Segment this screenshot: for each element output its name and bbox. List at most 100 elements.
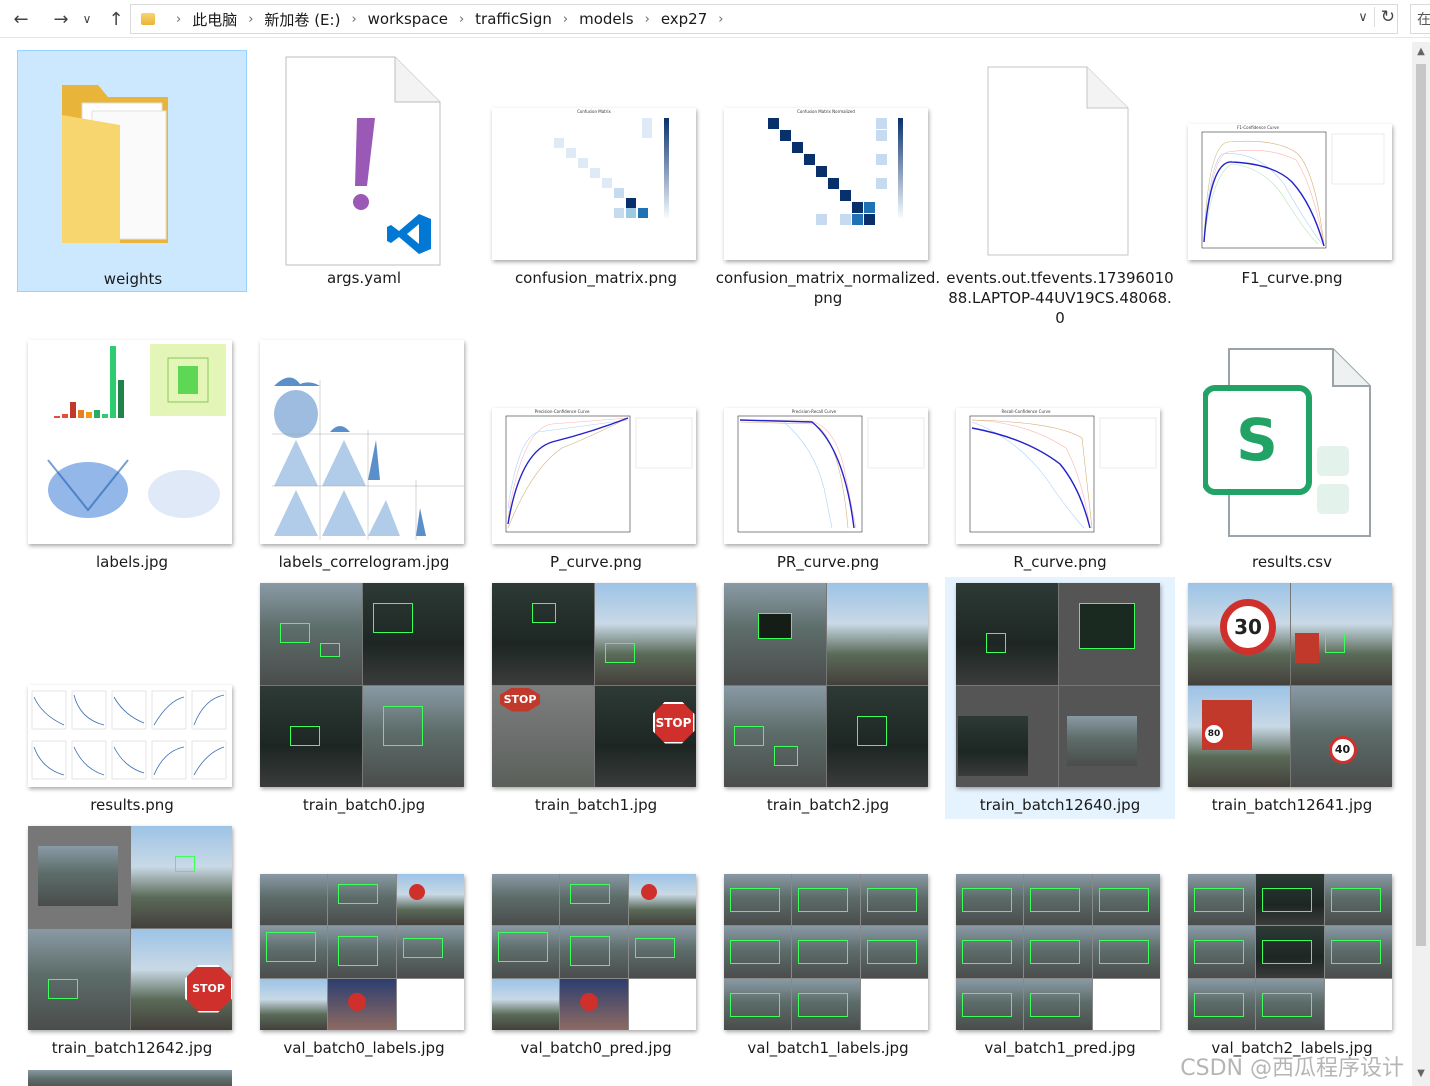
file-item-args-yaml[interactable]: args.yaml — [249, 50, 479, 292]
thumb-photo — [260, 874, 328, 926]
chevron-right-icon[interactable]: › — [351, 12, 356, 27]
breadcrumb-this-pc[interactable]: 此电脑 — [192, 9, 237, 30]
val-batch0-labels-thumbnail — [260, 874, 464, 1030]
thumb-photo — [28, 826, 130, 928]
file-item-labels[interactable]: labels.jpg — [17, 334, 247, 576]
thumb-photo — [1058, 583, 1160, 685]
file-item-confusion-matrix-normalized[interactable]: Confusion Matrix Normalized confusion_ma… — [713, 50, 943, 312]
file-name: results.png — [90, 796, 174, 814]
chevron-right-icon[interactable]: › — [459, 12, 464, 27]
file-name: R_curve.png — [1013, 553, 1107, 571]
thumb-photo — [594, 583, 696, 685]
refresh-icon[interactable]: ↻ — [1373, 7, 1395, 27]
breadcrumb-drive[interactable]: 新加卷 (E:) — [264, 9, 340, 30]
chevron-down-icon[interactable]: ∨ — [1358, 10, 1368, 25]
thumb-photo — [724, 874, 792, 926]
breadcrumb-workspace[interactable]: workspace — [368, 10, 448, 28]
address-bar[interactable]: › 此电脑 › 新加卷 (E:) › workspace › trafficSi… — [130, 4, 1398, 34]
thumb-photo — [560, 926, 628, 978]
scroll-up-icon[interactable]: ▲ — [1412, 46, 1430, 60]
thumb-photo — [1256, 874, 1324, 926]
file-item-train-batch1[interactable]: STOP STOP train_batch1.jpg — [481, 577, 711, 819]
train-batch12641-thumbnail: 30 80 40 — [1188, 583, 1392, 787]
file-item-train-batch2[interactable]: train_batch2.jpg — [713, 577, 943, 819]
file-item-confusion-matrix[interactable]: Confusion Matrix confusion_matrix.png — [481, 50, 711, 292]
file-item-train-batch12641[interactable]: 30 80 40 train_batch12641.jpg — [1177, 577, 1407, 819]
chevron-right-icon[interactable]: › — [718, 12, 723, 27]
file-item-labels-correlogram[interactable]: labels_correlogram.jpg — [249, 334, 479, 576]
thumb-photo — [1024, 874, 1092, 926]
file-item-train-batch0[interactable]: train_batch0.jpg — [249, 577, 479, 819]
file-name: weights — [103, 270, 163, 288]
file-item-val-batch1-pred[interactable]: val_batch1_pred.jpg — [945, 820, 1175, 1062]
file-name: confusion_matrix_normalized.png — [715, 269, 941, 307]
thumb-photo — [956, 685, 1058, 787]
thumb-photo — [260, 978, 328, 1030]
thumb-title: F1-Confidence Curve — [1237, 125, 1279, 130]
back-arrow-icon[interactable]: ← — [8, 6, 34, 32]
file-item-val-batch2-labels[interactable]: val_batch2_labels.jpg — [1177, 820, 1407, 1062]
file-item-results-png[interactable]: results.png — [17, 577, 247, 819]
file-item-val-batch0-labels[interactable]: val_batch0_labels.jpg — [249, 820, 479, 1062]
train-batch1-thumbnail: STOP STOP — [492, 583, 696, 787]
breadcrumb-models[interactable]: models — [579, 10, 634, 28]
file-name: results.csv — [1252, 553, 1332, 571]
file-name: train_batch0.jpg — [302, 796, 426, 814]
thumb-photo — [1092, 926, 1160, 978]
thumb-photo — [628, 926, 696, 978]
pr-curve-thumbnail: Precision-Recall Curve — [724, 408, 928, 544]
file-item-pr-curve[interactable]: Precision-Recall Curve PR_curve.png — [713, 334, 943, 576]
partial-thumbnail[interactable] — [28, 1070, 232, 1086]
val-batch0-pred-thumbnail — [492, 874, 696, 1030]
file-name: labels_correlogram.jpg — [278, 553, 450, 571]
file-item-results-csv[interactable]: S results.csv — [1177, 334, 1407, 576]
breadcrumb-exp27[interactable]: exp27 — [661, 10, 707, 28]
up-arrow-icon[interactable]: ↑ — [103, 6, 129, 32]
thumb-title: Precision-Recall Curve — [791, 409, 837, 414]
chevron-down-icon[interactable]: ∨ — [78, 6, 96, 32]
thumb-photo — [396, 874, 464, 926]
file-name: train_batch2.jpg — [766, 796, 890, 814]
file-name: train_batch12642.jpg — [51, 1039, 213, 1057]
thumb-photo — [560, 978, 628, 1030]
chevron-right-icon[interactable]: › — [645, 12, 650, 27]
file-item-weights[interactable]: weights — [17, 50, 247, 292]
thumb-photo — [860, 926, 928, 978]
breadcrumb-trafficsign[interactable]: trafficSign — [475, 10, 552, 28]
chevron-right-icon[interactable]: › — [248, 12, 253, 27]
file-item-f1-curve[interactable]: F1-Confidence Curve F1_curve.png — [1177, 50, 1407, 292]
thumb-photo: STOP — [130, 928, 232, 1030]
confusion-matrix-normalized-thumbnail: Confusion Matrix Normalized — [724, 108, 928, 260]
chevron-right-icon[interactable]: › — [563, 12, 568, 27]
forward-arrow-icon[interactable]: → — [48, 6, 74, 32]
thumb-photo: STOP — [594, 685, 696, 787]
thumb-empty — [860, 978, 928, 1030]
scrollbar-thumb[interactable] — [1416, 64, 1426, 946]
thumb-title: Precision-Confidence Curve — [534, 409, 590, 414]
file-item-events[interactable]: events.out.tfevents.1739601088.LAPTOP-44… — [945, 50, 1175, 332]
thumb-photo — [260, 685, 362, 787]
chevron-right-icon[interactable]: › — [176, 12, 181, 27]
thumb-photo — [328, 926, 396, 978]
file-name: val_batch1_pred.jpg — [984, 1039, 1136, 1057]
blank-file-icon — [987, 66, 1133, 258]
vertical-scrollbar[interactable]: ▲ ▼ — [1412, 42, 1430, 1086]
thumb-photo — [1290, 583, 1392, 685]
thumb-photo — [792, 978, 860, 1030]
file-name: val_batch1_labels.jpg — [747, 1039, 909, 1057]
file-item-train-batch12642[interactable]: STOP train_batch12642.jpg — [17, 820, 247, 1062]
file-item-val-batch0-pred[interactable]: val_batch0_pred.jpg — [481, 820, 711, 1062]
confusion-matrix-thumbnail: Confusion Matrix — [492, 108, 696, 260]
search-input[interactable]: 在 — [1410, 4, 1430, 34]
thumb-photo — [956, 583, 1058, 685]
scroll-down-icon[interactable]: ▼ — [1412, 1068, 1430, 1082]
file-item-val-batch1-labels[interactable]: val_batch1_labels.jpg — [713, 820, 943, 1062]
speed-limit-sign: 80 — [1202, 721, 1226, 746]
file-item-train-batch12640[interactable]: train_batch12640.jpg — [945, 577, 1175, 819]
file-item-r-curve[interactable]: Recall-Confidence Curve R_curve.png — [945, 334, 1175, 576]
thumb-photo — [1256, 926, 1324, 978]
train-batch12640-thumbnail — [956, 583, 1160, 787]
thumb-photo — [956, 978, 1024, 1030]
file-item-p-curve[interactable]: Precision-Confidence Curve P_curve.png — [481, 334, 711, 576]
stop-sign: STOP — [500, 687, 540, 712]
